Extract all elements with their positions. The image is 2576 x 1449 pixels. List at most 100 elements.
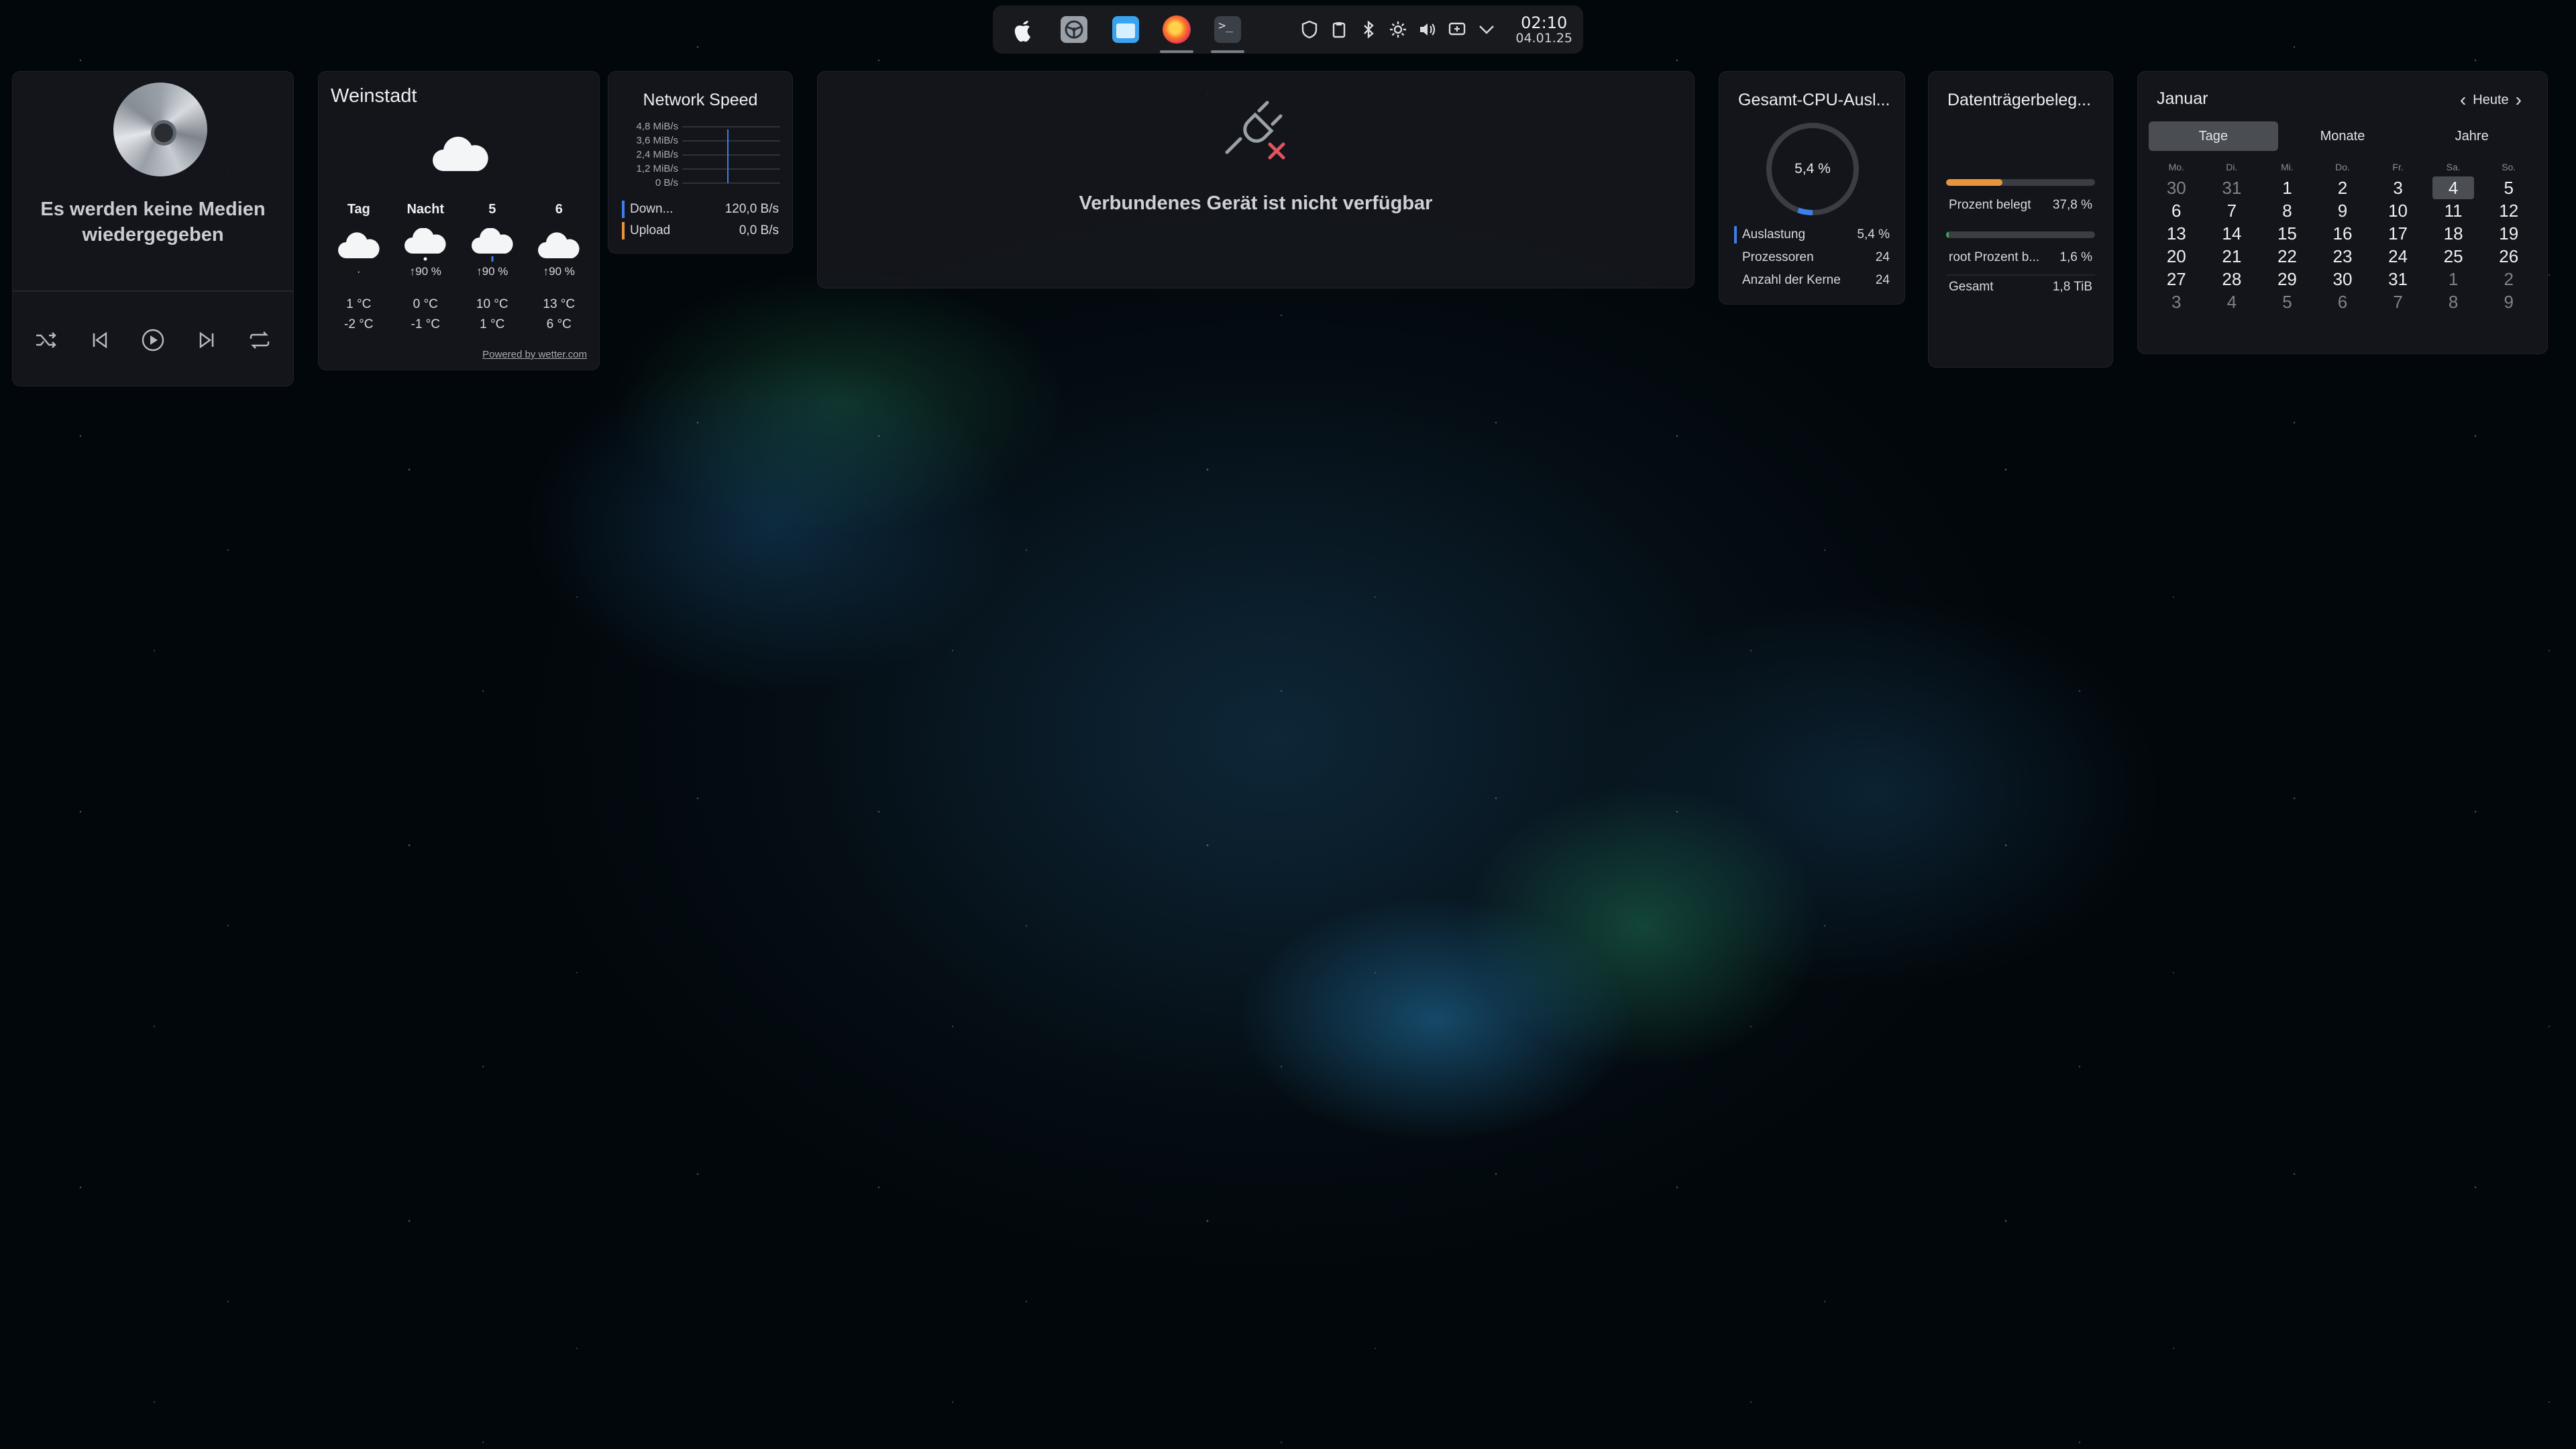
notifications-icon[interactable]	[1447, 19, 1467, 40]
weekday-label: So.	[2502, 162, 2516, 172]
calendar-day[interactable]: 12	[2481, 199, 2536, 222]
media-controls	[33, 327, 273, 354]
steering-wheel-app-icon[interactable]	[1055, 9, 1093, 50]
digital-clock[interactable]: 02:10 04.01.25	[1515, 15, 1572, 45]
forecast-low: -1 °C	[411, 317, 441, 331]
tab-days[interactable]: Tage	[2149, 121, 2278, 151]
calendar-month: Januar	[2157, 89, 2208, 108]
weekday-label: Mi.	[2281, 162, 2294, 172]
calendar-day[interactable]: 28	[2204, 268, 2260, 290]
terminal-icon[interactable]: >_	[1208, 9, 1247, 53]
weather-widget[interactable]: Weinstadt Tag · 1 °C -2 °C Nacht ↑90 % 0…	[318, 71, 600, 370]
connected-device-widget[interactable]: Verbundenes Gerät ist nicht verfügbar	[817, 71, 1695, 288]
cpu-color-marker	[1734, 226, 1737, 244]
calendar-day[interactable]: 10	[2370, 199, 2426, 222]
calendar-day[interactable]: 2	[2315, 176, 2371, 199]
calendar-day[interactable]: 31	[2204, 176, 2260, 199]
weekday-label: Do.	[2335, 162, 2350, 172]
calendar-day[interactable]: 1	[2259, 176, 2315, 199]
calendar-day[interactable]: 2	[2481, 268, 2536, 290]
shield-icon[interactable]	[1299, 19, 1320, 40]
calendar-day[interactable]: 30	[2315, 268, 2371, 290]
shuffle-icon[interactable]	[33, 327, 60, 354]
tab-months[interactable]: Monate	[2278, 121, 2408, 151]
network-title: Network Speed	[643, 91, 758, 109]
calendar-day[interactable]: 15	[2259, 222, 2315, 245]
calendar-day[interactable]: 16	[2315, 222, 2371, 245]
calendar-day[interactable]: 1	[2426, 268, 2481, 290]
calendar-day[interactable]: 19	[2481, 222, 2536, 245]
calendar-day[interactable]: 25	[2426, 245, 2481, 268]
cloud-rain-icon	[459, 226, 526, 265]
calendar-widget: Januar ‹ Heute › Tage Monate Jahre Mo. Di…	[2137, 71, 2548, 354]
root-label: root Prozent b...	[1949, 250, 2040, 264]
next-track-icon[interactable]	[193, 327, 220, 354]
calendar-day[interactable]: 9	[2315, 199, 2371, 222]
forecast-label: 6	[555, 202, 563, 217]
weekday-label: Fr.	[2392, 162, 2404, 172]
calendar-day[interactable]: 7	[2204, 199, 2260, 222]
total-value: 1,8 TiB	[2052, 280, 2092, 294]
clipboard-icon[interactable]	[1329, 19, 1349, 40]
calendar-day[interactable]: 6	[2315, 290, 2371, 313]
forecast-high: 1 °C	[346, 297, 372, 311]
forecast-precip: ↑90 %	[543, 265, 575, 278]
repeat-icon[interactable]	[246, 327, 273, 354]
calendar-day[interactable]: 30	[2149, 176, 2204, 199]
previous-track-icon[interactable]	[87, 327, 113, 354]
forecast-precip: ·	[356, 265, 361, 278]
cloud-icon	[430, 132, 490, 178]
calendar-day[interactable]: 31	[2370, 268, 2426, 290]
cpu-usage-widget[interactable]: Gesamt-CPU-Ausl... 5,4 % Auslastung 5,4 …	[1719, 71, 1905, 305]
tab-years[interactable]: Jahre	[2407, 121, 2536, 151]
calendar-day[interactable]: 26	[2481, 245, 2536, 268]
calendar-day[interactable]: 8	[2426, 290, 2481, 313]
file-manager-icon[interactable]	[1106, 9, 1145, 50]
calendar-day[interactable]: 18	[2426, 222, 2481, 245]
chevron-left-icon[interactable]: ‹	[2453, 89, 2473, 111]
calendar-day[interactable]: 24	[2370, 245, 2426, 268]
calendar-day[interactable]: 17	[2370, 222, 2426, 245]
calendar-day[interactable]: 7	[2370, 290, 2426, 313]
calendar-day[interactable]: 27	[2149, 268, 2204, 290]
cpu-row-value: 24	[1875, 250, 1890, 264]
calendar-day[interactable]: 9	[2481, 290, 2536, 313]
forecast-high: 0 °C	[413, 297, 438, 311]
calendar-day[interactable]: 8	[2259, 199, 2315, 222]
firefox-icon[interactable]	[1157, 9, 1196, 53]
calendar-day[interactable]: 11	[2426, 199, 2481, 222]
forecast-low: -2 °C	[344, 317, 374, 331]
calendar-day[interactable]: 4	[2204, 290, 2260, 313]
download-row: Down... 120,0 B/s	[622, 199, 779, 219]
calendar-day[interactable]: 5	[2259, 290, 2315, 313]
calendar-day[interactable]: 5	[2481, 176, 2536, 199]
calendar-day[interactable]: 3	[2370, 176, 2426, 199]
calendar-day[interactable]: 29	[2259, 268, 2315, 290]
calendar-day[interactable]: 13	[2149, 222, 2204, 245]
calendar-day[interactable]: 23	[2315, 245, 2371, 268]
calendar-day[interactable]: 3	[2149, 290, 2204, 313]
powered-by-link[interactable]: Powered by wetter.com	[482, 349, 587, 360]
calendar-day[interactable]: 14	[2204, 222, 2260, 245]
brightness-icon[interactable]	[1388, 19, 1408, 40]
cpu-title: Gesamt-CPU-Ausl...	[1738, 91, 1890, 109]
apple-launcher-icon[interactable]	[1004, 9, 1042, 50]
calendar-day[interactable]: 20	[2149, 245, 2204, 268]
network-speed-widget[interactable]: Network Speed 4,8 MiB/s 3,6 MiB/s 2,4 Mi…	[608, 71, 793, 254]
clock-time: 02:10	[1521, 13, 1568, 32]
bluetooth-icon[interactable]	[1358, 19, 1379, 40]
calendar-day[interactable]: 22	[2259, 245, 2315, 268]
calendar-day-today[interactable]: 4	[2432, 176, 2475, 199]
volume-icon[interactable]	[1417, 19, 1438, 40]
chevron-right-icon[interactable]: ›	[2509, 89, 2528, 111]
calendar-day[interactable]: 6	[2149, 199, 2204, 222]
cpu-row-label: Anzahl der Kerne	[1742, 273, 1841, 287]
today-button[interactable]: Heute	[2473, 93, 2508, 108]
calendar-day[interactable]: 21	[2204, 245, 2260, 268]
calendar-tabs: Tage Monate Jahre	[2149, 121, 2536, 151]
disk-usage-widget[interactable]: Datenträgerbeleg... Prozent belegt 37,8 …	[1928, 71, 2113, 368]
axis-label: 1,2 MiB/s	[636, 163, 678, 174]
forecast-high: 13 °C	[543, 297, 576, 311]
chevron-down-icon[interactable]	[1477, 19, 1497, 40]
play-icon[interactable]	[140, 327, 166, 354]
